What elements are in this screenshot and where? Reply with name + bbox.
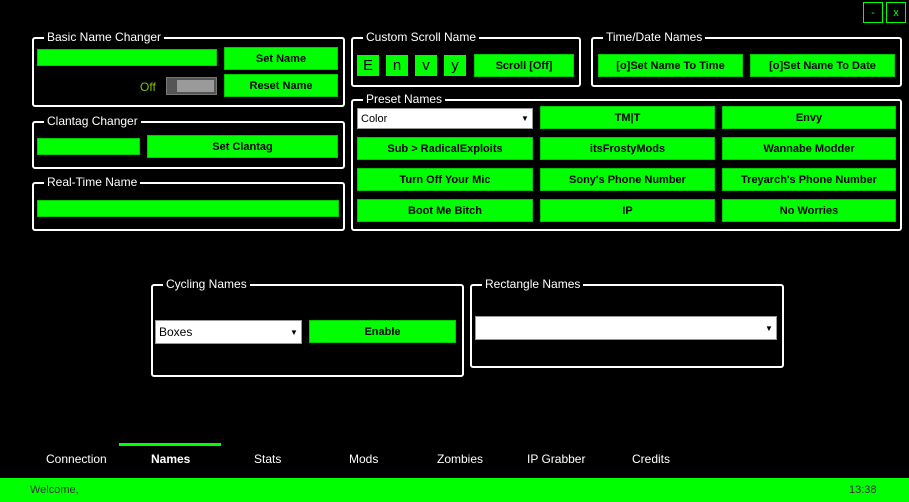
set-name-button[interactable]: Set Name xyxy=(224,47,338,70)
group-title: Rectangle Names xyxy=(482,277,584,291)
minimize-button[interactable]: - xyxy=(863,2,883,23)
scroll-toggle-button[interactable]: Scroll [Off] xyxy=(474,54,574,77)
set-name-to-date-button[interactable]: [o]Set Name To Date xyxy=(750,54,895,77)
group-title: Time/Date Names xyxy=(603,30,706,44)
scroll-letter-1[interactable]: E xyxy=(357,55,379,76)
cycling-names-select[interactable]: Boxes ▼ xyxy=(155,320,302,344)
tab-names[interactable]: Names xyxy=(151,452,190,466)
group-title: Cycling Names xyxy=(163,277,250,291)
toggle-knob xyxy=(177,80,214,92)
chevron-down-icon: ▼ xyxy=(290,327,298,337)
clantag-input[interactable] xyxy=(37,138,140,155)
tab-ip-grabber[interactable]: IP Grabber xyxy=(527,452,585,466)
group-title: Clantag Changer xyxy=(44,114,141,128)
rectangle-names-select[interactable]: ▼ xyxy=(475,316,777,340)
preset-button[interactable]: Treyarch's Phone Number xyxy=(722,168,896,191)
scroll-letter-2[interactable]: n xyxy=(386,55,408,76)
color-select-value: Color xyxy=(361,112,388,125)
chevron-down-icon: ▼ xyxy=(765,323,773,333)
cycling-select-value: Boxes xyxy=(159,325,193,339)
close-button[interactable]: x xyxy=(886,2,906,23)
enable-button[interactable]: Enable xyxy=(309,320,456,343)
active-tab-indicator xyxy=(119,443,221,446)
off-toggle[interactable] xyxy=(166,77,217,95)
tab-zombies[interactable]: Zombies xyxy=(437,452,483,466)
tab-connection[interactable]: Connection xyxy=(46,452,107,466)
preset-button[interactable]: Envy xyxy=(722,106,896,129)
preset-button[interactable]: Sub > RadicalExploits xyxy=(357,137,533,160)
set-name-to-time-button[interactable]: [o]Set Name To Time xyxy=(598,54,743,77)
reset-name-button[interactable]: Reset Name xyxy=(224,74,338,97)
status-message: Welcome, xyxy=(30,484,79,496)
preset-button[interactable]: Wannabe Modder xyxy=(722,137,896,160)
name-input[interactable] xyxy=(37,49,217,66)
scroll-letter-4[interactable]: y xyxy=(444,55,466,76)
preset-button[interactable]: Sony's Phone Number xyxy=(540,168,715,191)
toggle-label: Off xyxy=(140,80,156,94)
preset-button[interactable]: IP xyxy=(540,199,715,222)
preset-button[interactable]: itsFrostyMods xyxy=(540,137,715,160)
group-title: Preset Names xyxy=(363,92,446,106)
tab-stats[interactable]: Stats xyxy=(254,452,281,466)
color-select[interactable]: Color ▼ xyxy=(357,108,533,129)
status-time: 13:38 xyxy=(849,484,877,496)
tab-mods[interactable]: Mods xyxy=(349,452,378,466)
group-title: Basic Name Changer xyxy=(44,30,165,44)
preset-button[interactable]: No Worries xyxy=(722,199,896,222)
tab-credits[interactable]: Credits xyxy=(632,452,670,466)
chevron-down-icon: ▼ xyxy=(521,114,529,123)
preset-button[interactable]: Boot Me Bitch xyxy=(357,199,533,222)
group-title: Custom Scroll Name xyxy=(363,30,480,44)
set-clantag-button[interactable]: Set Clantag xyxy=(147,135,338,158)
scroll-letter-3[interactable]: v xyxy=(415,55,437,76)
group-title: Real-Time Name xyxy=(44,175,141,189)
preset-button[interactable]: TM|T xyxy=(540,106,715,129)
preset-button[interactable]: Turn Off Your Mic xyxy=(357,168,533,191)
realtime-name-input[interactable] xyxy=(37,200,339,217)
status-bar: Welcome, 13:38 xyxy=(0,478,909,502)
